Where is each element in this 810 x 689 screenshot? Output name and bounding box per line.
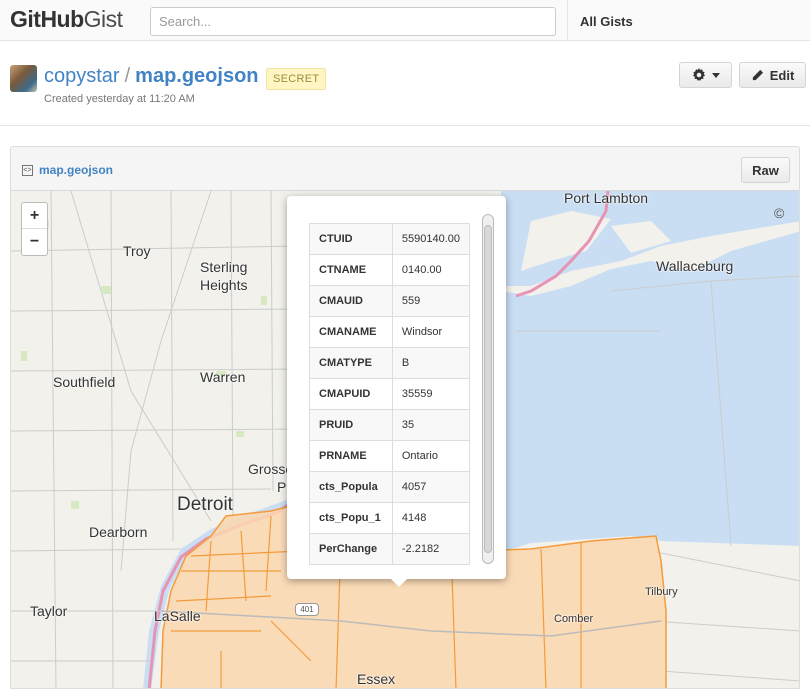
label-warren: Warren <box>200 369 246 385</box>
file-box: <> map.geojson Raw Port Lambton Troy Ste… <box>10 146 800 689</box>
property-value: Windsor <box>391 316 471 348</box>
edit-button[interactable]: Edit <box>739 62 806 88</box>
label-comber: Comber <box>554 613 594 625</box>
nav-divider <box>567 0 568 41</box>
table-row: CMANAME Windsor <box>309 316 471 348</box>
properties-table: CTUID 5590140.00 CTNAME 0140.00 CMAUID 559 CMA… <box>309 223 471 565</box>
label-dearborn: Dearborn <box>89 524 148 540</box>
label-detroit: Detroit <box>177 494 233 515</box>
label-troy: Troy <box>123 243 151 259</box>
property-key: CTUID <box>309 223 393 255</box>
caret-down-icon <box>711 72 720 78</box>
owner-link[interactable]: copystar <box>44 65 120 87</box>
top-bar: GitHubGist All Gists <box>0 0 810 41</box>
attribution-icon[interactable]: © <box>774 205 784 221</box>
label-tilbury: Tilbury <box>645 586 678 598</box>
feature-popup: CTUID 5590140.00 CTNAME 0140.00 CMAUID 559 CMA… <box>287 196 506 579</box>
table-row: PRNAME Ontario <box>309 440 471 472</box>
property-key: CMAPUID <box>309 378 393 410</box>
table-row: PerChange -2.2182 <box>309 533 471 565</box>
property-value: 5590140.00 <box>391 223 471 255</box>
property-value: 35 <box>391 409 471 441</box>
label-grosse-pointe-partial: P <box>277 479 287 495</box>
label-sterling: Sterling <box>200 259 248 275</box>
property-value: Ontario <box>391 440 471 472</box>
logo-gist-text: Gist <box>83 6 123 32</box>
property-key: cts_Popula <box>309 471 393 503</box>
property-key: CMATYPE <box>309 347 393 379</box>
popup-tip <box>390 578 408 587</box>
table-row: CTUID 5590140.00 <box>309 223 471 255</box>
property-value: 0140.00 <box>391 254 471 286</box>
title-separator: / <box>124 65 131 87</box>
gist-header: copystar / map.geojson SECRET Created yest… <box>0 41 810 126</box>
zoom-in-button[interactable]: + <box>22 203 47 229</box>
label-lasalle: LaSalle <box>154 608 201 624</box>
created-timestamp: Created yesterday at 11:20 AM <box>44 93 195 105</box>
code-file-icon: <> <box>22 165 33 176</box>
zoom-out-button[interactable]: − <box>22 229 47 255</box>
gist-title: copystar / map.geojson <box>44 65 259 88</box>
gist-filename-link[interactable]: map.geojson <box>135 65 258 87</box>
property-key: cts_Popu_1 <box>309 502 393 534</box>
popup-scrollbar[interactable] <box>482 214 494 564</box>
property-value: 35559 <box>391 378 471 410</box>
all-gists-link[interactable]: All Gists <box>580 14 633 29</box>
property-key: CMAUID <box>309 285 393 317</box>
pencil-icon <box>752 69 763 80</box>
property-value: -2.2182 <box>391 533 471 565</box>
file-header: <> map.geojson Raw <box>11 147 799 191</box>
map-view[interactable]: Port Lambton Troy Sterling Heights Walla… <box>11 190 799 688</box>
label-heights: Heights <box>200 277 248 293</box>
label-essex: Essex <box>357 671 396 687</box>
edit-button-label: Edit <box>769 67 795 83</box>
avatar[interactable] <box>10 65 37 92</box>
property-key: CTNAME <box>309 254 393 286</box>
logo-github-text: GitHub <box>10 6 84 32</box>
table-row: cts_Popula 4057 <box>309 471 471 503</box>
search-input[interactable] <box>150 7 556 36</box>
property-key: PRUID <box>309 409 393 441</box>
table-row: PRUID 35 <box>309 409 471 441</box>
popup-scroll-thumb[interactable] <box>484 225 492 553</box>
table-row: cts_Popu_1 4148 <box>309 502 471 534</box>
label-taylor: Taylor <box>30 603 68 619</box>
property-key: PRNAME <box>309 440 393 472</box>
label-southfield: Southfield <box>53 374 116 390</box>
file-name-link[interactable]: map.geojson <box>39 163 113 177</box>
table-row: CTNAME 0140.00 <box>309 254 471 286</box>
secret-badge: SECRET <box>266 68 327 90</box>
label-port-lambton: Port Lambton <box>564 190 649 206</box>
table-row: CMAPUID 35559 <box>309 378 471 410</box>
settings-dropdown-button[interactable] <box>679 62 732 88</box>
github-gist-logo[interactable]: GitHubGist <box>10 6 123 33</box>
property-value: 4148 <box>391 502 471 534</box>
property-key: PerChange <box>309 533 393 565</box>
property-key: CMANAME <box>309 316 393 348</box>
highway-401-shield: 401 <box>295 603 319 616</box>
table-row: CMATYPE B <box>309 347 471 379</box>
property-value: B <box>391 347 471 379</box>
gear-icon <box>692 68 705 81</box>
zoom-control: + − <box>21 202 48 256</box>
table-row: CMAUID 559 <box>309 285 471 317</box>
raw-button[interactable]: Raw <box>741 157 790 183</box>
property-value: 559 <box>391 285 471 317</box>
label-wallaceburg: Wallaceburg <box>656 258 734 274</box>
property-value: 4057 <box>391 471 471 503</box>
